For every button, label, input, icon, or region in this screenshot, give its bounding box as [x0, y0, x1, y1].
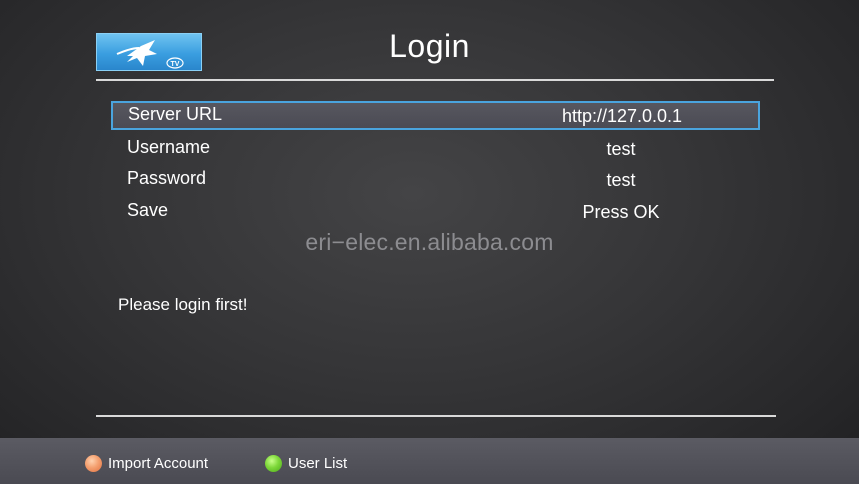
- status-message: Please login first!: [118, 295, 248, 314]
- header-divider: [96, 79, 774, 81]
- server-url-row[interactable]: Server URL http://127.0.0.1: [111, 101, 760, 130]
- server-url-label: Server URL: [128, 104, 223, 124]
- save-label: Save: [127, 200, 169, 220]
- import-account-button[interactable]: Import Account: [85, 454, 225, 474]
- save-value[interactable]: Press OK: [541, 202, 701, 223]
- username-label: Username: [127, 137, 211, 157]
- footer-bar: Import Account User List: [0, 438, 859, 484]
- user-list-label: User List: [288, 455, 348, 472]
- orange-button-icon: [85, 455, 102, 472]
- user-list-button[interactable]: User List: [265, 454, 365, 474]
- password-label: Password: [127, 168, 207, 188]
- green-button-icon: [265, 455, 282, 472]
- username-value[interactable]: test: [541, 139, 701, 160]
- save-row[interactable]: Save Press OK: [111, 197, 760, 226]
- import-account-label: Import Account: [108, 455, 209, 472]
- username-row[interactable]: Username test: [111, 134, 760, 163]
- server-url-value[interactable]: http://127.0.0.1: [542, 106, 702, 127]
- password-row[interactable]: Password test: [111, 165, 760, 194]
- watermark: eri−elec.en.alibaba.com: [305, 229, 554, 255]
- page-title: Login: [389, 28, 470, 64]
- footer-divider: [96, 415, 776, 417]
- password-value[interactable]: test: [541, 170, 701, 191]
